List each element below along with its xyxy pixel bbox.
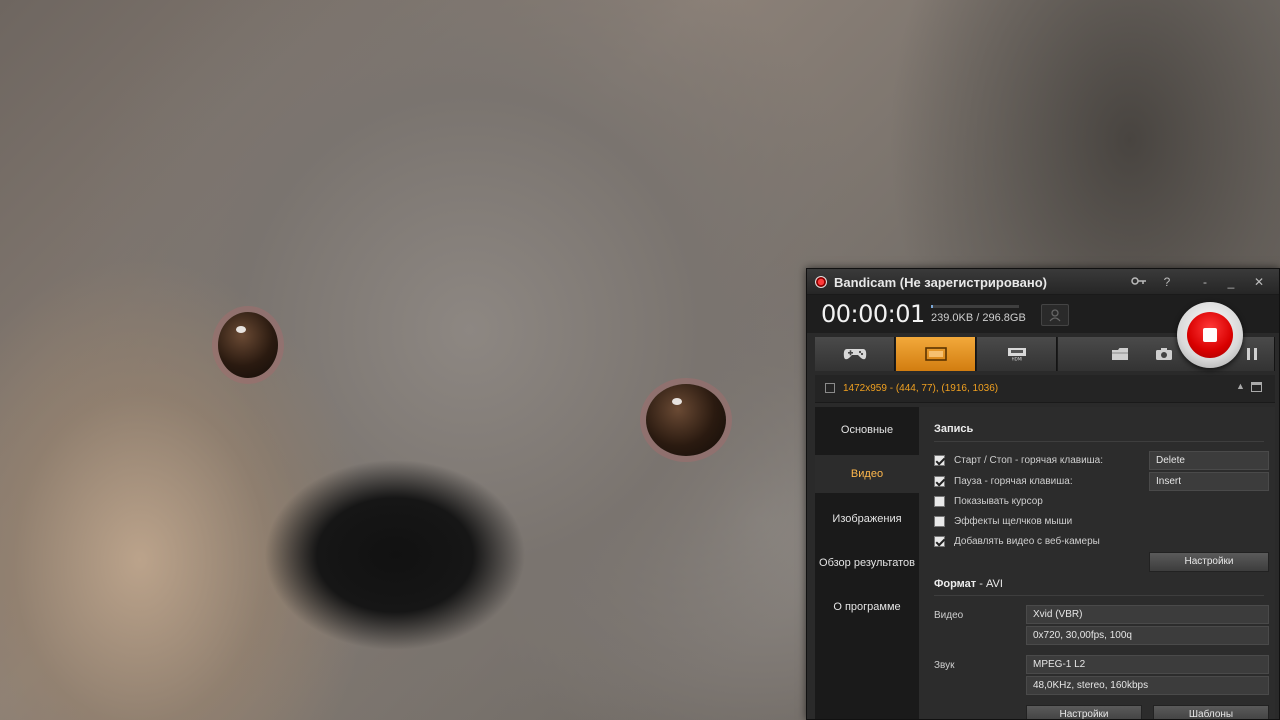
title-bar[interactable]: Bandicam (Не зарегистрировано) ? - _ ✕ bbox=[807, 269, 1279, 295]
audio-details-field: 48,0KHz, stereo, 160kbps bbox=[1026, 676, 1269, 695]
bandicam-logo-icon bbox=[815, 276, 827, 288]
tab-game-recording[interactable] bbox=[815, 337, 895, 371]
audio-label: Звук bbox=[934, 660, 955, 671]
close-button[interactable]: ✕ bbox=[1249, 273, 1269, 291]
camera-icon[interactable] bbox=[1155, 346, 1173, 362]
settings-sidebar: Основные Видео Изображения Обзор результ… bbox=[815, 407, 919, 719]
bandicam-window: Bandicam (Не зарегистрировано) ? - _ ✕ 0… bbox=[806, 268, 1280, 720]
checkbox[interactable] bbox=[934, 516, 945, 527]
screen-rect-icon bbox=[924, 347, 947, 361]
stop-icon bbox=[1203, 328, 1217, 342]
tab-screen-recording[interactable] bbox=[896, 337, 976, 371]
checkbox[interactable] bbox=[934, 536, 945, 547]
koala-right-eye bbox=[646, 384, 726, 456]
folder-icon[interactable] bbox=[1111, 346, 1129, 362]
option-label: Старт / Стоп - горячая клавиша: bbox=[954, 455, 1104, 466]
triangle-up-icon[interactable]: ▲ bbox=[1236, 381, 1245, 391]
file-size-readout: 239.0KB / 296.8GB bbox=[931, 312, 1026, 324]
video-settings-panel: Запись Старт / Стоп - горячая клавиша: D… bbox=[919, 407, 1275, 719]
checkbox[interactable] bbox=[934, 496, 945, 507]
video-codec-field[interactable]: Xvid (VBR) bbox=[1026, 605, 1269, 624]
sidebar-item-video[interactable]: Видео bbox=[815, 455, 919, 493]
option-label: Эффекты щелчков мыши bbox=[954, 516, 1073, 527]
record-section-title: Запись bbox=[934, 423, 974, 435]
webcam-icon bbox=[1049, 309, 1061, 322]
sidebar-item-about[interactable]: О программе bbox=[815, 588, 919, 626]
checkbox[interactable] bbox=[934, 455, 945, 466]
minimize-button[interactable]: - bbox=[1195, 273, 1215, 291]
window-icon[interactable] bbox=[1251, 382, 1262, 392]
format-settings-button[interactable]: Настройки bbox=[1026, 705, 1142, 719]
video-details-field: 0x720, 30,00fps, 100q bbox=[1026, 626, 1269, 645]
gamepad-icon bbox=[843, 349, 866, 360]
pause-hotkey-field[interactable]: Insert bbox=[1149, 472, 1269, 491]
help-icon[interactable]: ? bbox=[1157, 273, 1177, 291]
koala-left-eye bbox=[218, 312, 278, 378]
mini-mode-button[interactable]: _ bbox=[1221, 273, 1241, 291]
option-label: Показывать курсор bbox=[954, 496, 1043, 507]
region-select-checkbox[interactable] bbox=[825, 383, 835, 393]
record-settings-button[interactable]: Настройки bbox=[1149, 552, 1269, 572]
sidebar-item-images[interactable]: Изображения bbox=[815, 500, 919, 538]
window-title: Bandicam (Не зарегистрировано) bbox=[834, 275, 1047, 290]
audio-codec-field[interactable]: MPEG-1 L2 bbox=[1026, 655, 1269, 674]
format-section-title: Формат - AVI bbox=[934, 578, 1003, 590]
key-icon[interactable] bbox=[1129, 273, 1149, 291]
capture-region-bar: 1472x959 - (444, 77), (1916, 1036) ▲ bbox=[815, 375, 1275, 403]
webcam-overlay-button[interactable] bbox=[1041, 304, 1069, 326]
record-stop-button[interactable] bbox=[1177, 302, 1243, 368]
option-label: Пауза - горячая клавиша: bbox=[954, 476, 1073, 487]
disk-usage-fill bbox=[931, 305, 933, 308]
sidebar-item-output[interactable]: Обзор результатов bbox=[815, 544, 919, 582]
container-format: AVI bbox=[985, 578, 1003, 590]
tab-device-recording[interactable]: HDMI bbox=[977, 337, 1057, 371]
capture-region-text: 1472x959 - (444, 77), (1916, 1036) bbox=[843, 383, 999, 394]
tools-strip bbox=[1058, 337, 1275, 371]
start-stop-hotkey-field[interactable]: Delete bbox=[1149, 451, 1269, 470]
divider bbox=[934, 441, 1264, 442]
recording-timer: 00:00:01 bbox=[821, 300, 925, 328]
svg-text:HDMI: HDMI bbox=[1011, 357, 1022, 362]
hdmi-device-icon: HDMI bbox=[1007, 348, 1026, 362]
pause-icon[interactable] bbox=[1243, 346, 1261, 362]
divider bbox=[934, 595, 1264, 596]
templates-button[interactable]: Шаблоны bbox=[1153, 705, 1269, 719]
disk-usage-bar bbox=[931, 305, 1019, 308]
option-label: Добавлять видео с веб-камеры bbox=[954, 536, 1100, 547]
sidebar-item-general[interactable]: Основные bbox=[815, 411, 919, 449]
checkbox[interactable] bbox=[934, 476, 945, 487]
video-label: Видео bbox=[934, 610, 964, 621]
